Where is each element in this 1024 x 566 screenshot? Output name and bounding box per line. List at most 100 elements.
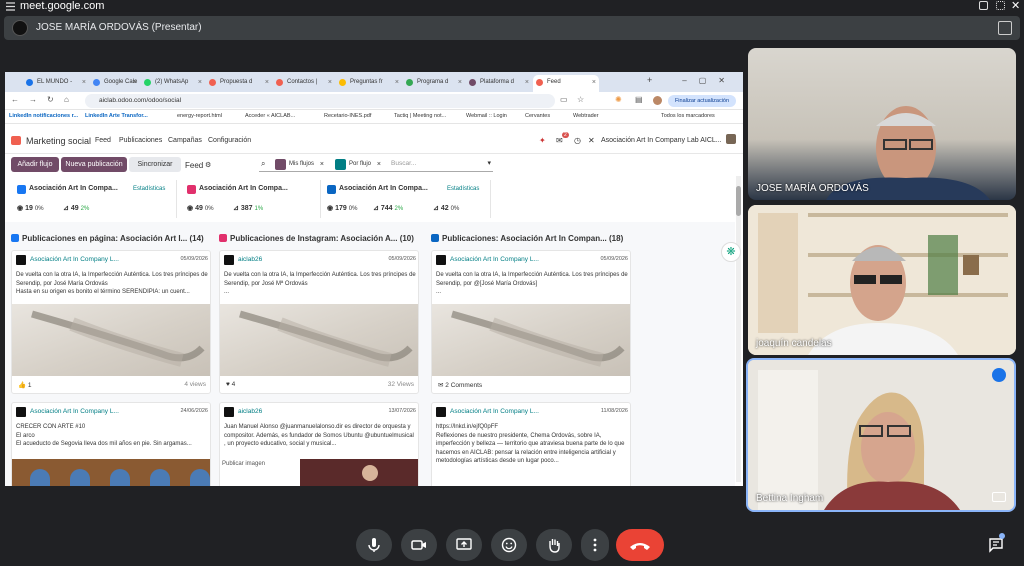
tile-options-icon[interactable] [992,492,1006,502]
menu-posts[interactable]: Publicaciones [119,137,162,144]
post-image[interactable] [432,304,630,376]
close-tab-icon[interactable]: × [525,75,529,90]
participant-tile-1[interactable]: JOSE MARÍA ORDOVÁS [748,48,1016,200]
new-post-button[interactable]: Nueva publicación [61,157,127,172]
chevron-down-icon[interactable]: ▾ [487,159,491,167]
groupby-facet[interactable]: Por flujo × [335,159,383,170]
camera-button[interactable] [401,529,437,561]
company-switcher[interactable]: Asociación Art In Company Lab AICL... [601,137,722,144]
account-card-linkedin[interactable]: Asociación Art In Compa... Estadísticas ◉ … [321,180,491,218]
menu-configuration[interactable]: Configuración [208,137,251,144]
remove-filter-icon[interactable]: × [320,159,324,170]
post-image[interactable] [220,304,418,376]
cast-icon[interactable]: ▭ [560,95,568,104]
post-image[interactable] [12,304,210,376]
reload-icon[interactable]: ↻ [47,95,54,104]
bookmark-item[interactable]: Webtrader [573,113,599,119]
post-card[interactable]: aiclab26 13/07/2026 Juan Manuel Alonso @ju… [219,402,419,486]
post-author[interactable]: Asociación Art In Company L... [450,408,539,415]
post-author[interactable]: aiclab26 [238,256,262,263]
comment-icon[interactable]: ✉ [438,382,443,389]
menu-campaigns[interactable]: Campañas [168,137,202,144]
post-image[interactable] [300,459,418,486]
bookmark-item[interactable]: Recetario-INES.pdf [324,113,371,119]
raise-hand-button[interactable] [536,529,572,561]
home-icon[interactable]: ⌂ [64,95,69,104]
statistics-link[interactable]: Estadísticas [447,186,479,192]
forward-icon[interactable]: → [29,95,37,104]
browser-tab[interactable]: (2) WhatsAp × [141,75,205,92]
account-card-facebook[interactable]: Asociación Art In Compa... Estadísticas ◉ … [11,180,177,218]
browser-tab[interactable]: Preguntas fr × [336,75,402,92]
chatgpt-extension-icon[interactable]: ❋ [721,242,741,262]
leave-call-button[interactable] [616,529,664,561]
picture-in-picture-icon[interactable] [979,1,988,10]
post-author[interactable]: Asociación Art In Company L... [450,256,539,263]
puzzle-icon[interactable]: ▤ [635,95,643,104]
post-author[interactable]: Asociación Art In Company L... [30,408,119,415]
star-icon[interactable]: ☆ [577,95,584,104]
scrollbar-thumb[interactable] [736,186,741,216]
menu-icon[interactable] [5,2,16,11]
gear-icon[interactable]: ⚙ [205,161,211,169]
reactions-button[interactable] [491,529,527,561]
search-input[interactable]: Buscar... [391,160,416,167]
app-name[interactable]: Marketing social [26,136,91,146]
post-card[interactable]: aiclab26 05/09/2026 De vuelta con la otra … [219,250,419,394]
post-card[interactable]: Asociación Art In Company L... 11/08/2026… [431,402,631,486]
heart-icon[interactable]: ♥ [226,381,230,388]
more-options-button[interactable] [581,529,609,561]
post-card[interactable]: Asociación Art In Company L... 05/09/2026… [11,250,211,394]
bookmark-item[interactable]: Acceder « AICLAB... [245,113,295,119]
activity-icon[interactable]: ◷ [574,136,581,145]
present-button[interactable] [446,529,482,561]
participant-tile-2[interactable]: joaquín candelas [748,205,1016,355]
browser-tab[interactable]: Propuesta d × [206,75,272,92]
profile-avatar[interactable] [653,96,662,105]
bookmark-item[interactable]: Todos los marcadores [661,113,715,119]
remove-groupby-icon[interactable]: × [377,159,381,170]
close-tab-icon[interactable]: × [265,75,269,90]
close-tab-icon[interactable]: × [395,75,399,90]
mic-button[interactable] [356,529,392,561]
update-button[interactable]: Finalizar actualización [668,95,736,107]
back-icon[interactable]: ← [11,95,19,104]
browser-tab[interactable]: Plataforma d × [466,75,532,92]
close-tab-icon[interactable]: × [592,75,596,90]
filter-facet[interactable]: Mis flujos × [275,159,326,170]
new-tab-icon[interactable]: + [647,75,652,85]
post-card[interactable]: Asociación Art In Company L... 05/09/2026… [431,250,631,394]
close-icon[interactable]: ✕ [1011,0,1020,12]
browser-tab[interactable]: Programa d × [403,75,465,92]
post-author[interactable]: Asociación Art In Company L... [30,256,119,263]
bookmark-item[interactable]: Cervantes [525,113,550,119]
add-stream-button[interactable]: Añadir flujo [11,157,59,172]
bookmark-item[interactable]: LinkedIn notificaciones r... [9,113,78,119]
scrollbar[interactable] [736,176,741,482]
browser-tab[interactable]: EL MUNDO - × [23,75,89,92]
like-icon[interactable]: 👍 [18,382,26,389]
bookmark-item[interactable]: LinkedIn Arte Transfor... [85,113,148,119]
close-tab-icon[interactable]: × [133,75,137,90]
close-tab-icon[interactable]: × [328,75,332,90]
account-card-instagram[interactable]: Asociación Art In Compa...Estadísticas◉ … [181,180,321,218]
user-avatar[interactable] [726,134,736,144]
fullscreen-icon[interactable] [996,1,1005,10]
aqueduct-image[interactable] [12,459,210,486]
chat-panel-icon[interactable] [988,537,1004,553]
menu-feed[interactable]: Feed [95,137,111,144]
hide-presentation-icon[interactable] [998,21,1012,35]
browser-tab[interactable]: Feed × [533,75,599,92]
post-author[interactable]: aiclab26 [238,408,262,415]
post-card[interactable]: Asociación Art In Company L... 24/06/2026… [11,402,211,486]
close-tab-icon[interactable]: × [198,75,202,90]
chat-icon[interactable]: ✉ [556,136,563,145]
search-bar[interactable]: ⌕ Mis flujos × Por flujo × Buscar... ▾ [259,157,493,172]
url-field[interactable]: aiclab.odoo.com/odoo/social [85,94,555,108]
participant-tile-3[interactable]: Bettina Ingham [746,358,1016,512]
sync-button[interactable]: Sincronizar [129,157,181,172]
bookmark-item[interactable]: Webmail :: Login [466,113,507,119]
settings-icon[interactable]: ✕ [588,136,595,145]
browser-tab[interactable]: Google Cale × [90,75,140,92]
browser-tab[interactable]: Contactos | × [273,75,335,92]
